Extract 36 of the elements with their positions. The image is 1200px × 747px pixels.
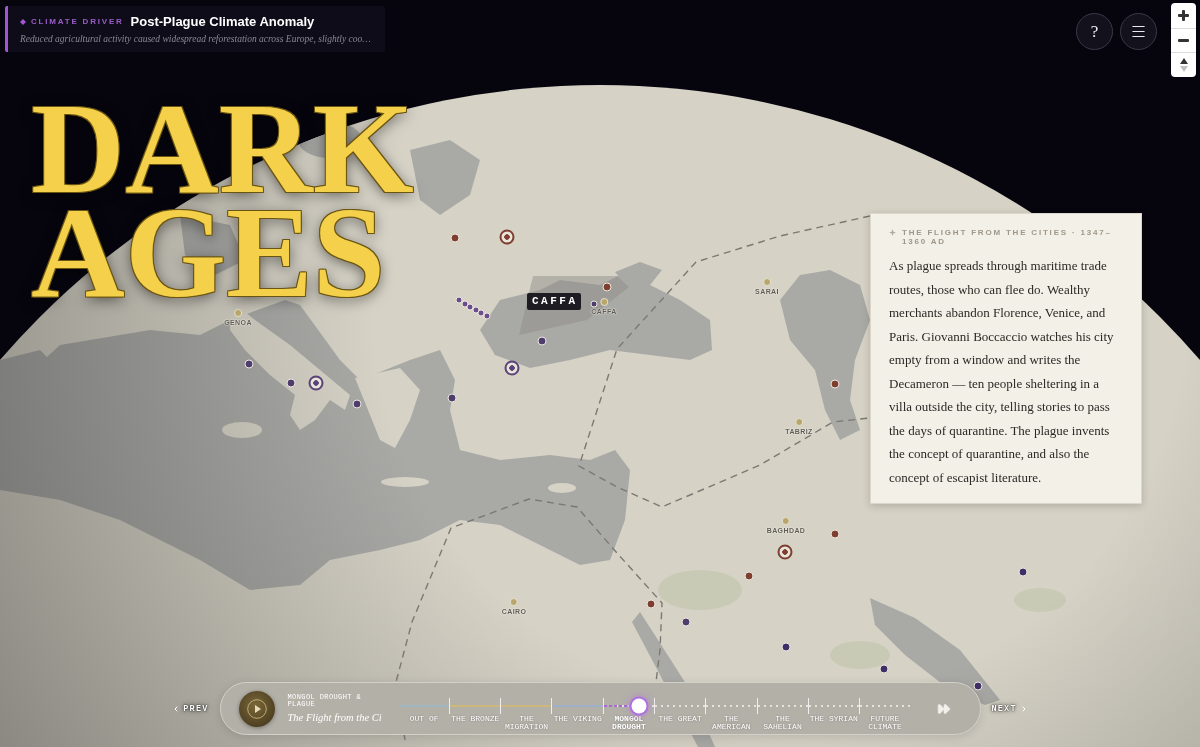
story-heading: THE FLIGHT FROM THE CITIES · 1347–1360 AD bbox=[902, 228, 1113, 246]
city-dot-icon[interactable] bbox=[782, 517, 790, 525]
era-tab[interactable]: THE VIKING bbox=[552, 715, 604, 723]
minus-icon bbox=[1178, 38, 1189, 42]
era-tab[interactable]: FUTURE CLIMATE bbox=[859, 715, 911, 731]
city-dot-icon[interactable] bbox=[510, 598, 518, 606]
era-tab[interactable]: THE SYRIAN bbox=[808, 715, 860, 723]
city-dot-icon[interactable] bbox=[600, 298, 608, 306]
next-button[interactable]: NEXT bbox=[991, 703, 1028, 714]
story-title: The Flight from the Ci bbox=[287, 712, 383, 723]
driver-label: CLIMATE DRIVER bbox=[31, 17, 124, 26]
era-tab[interactable]: THE AMERICAN bbox=[705, 715, 757, 731]
menu-button[interactable] bbox=[1120, 13, 1157, 50]
era-tab[interactable]: THE MIGRATION bbox=[500, 715, 553, 731]
era-tab[interactable]: MONGOL DROUGHT bbox=[603, 715, 655, 731]
city-dot-icon[interactable] bbox=[795, 418, 803, 426]
city-callout: CAFFA bbox=[527, 293, 581, 310]
play-button[interactable] bbox=[238, 690, 275, 727]
fast-forward-icon bbox=[936, 701, 951, 716]
era-tab[interactable]: THE GREAT bbox=[654, 715, 706, 723]
play-icon bbox=[246, 698, 267, 719]
help-button[interactable]: ? bbox=[1076, 13, 1113, 50]
driver-summary: Reduced agricultural activity caused widespread reforestation across Europe, slightly coo… bbox=[20, 34, 371, 44]
story-text: As plague spreads through maritime trade routes, those who can flee do. Wealthy merchants abandon Florence, Venice, and Paris. Giovanni Boccaccio watches his city empty from a window and writes the Decameron — ten people sheltering in a villa outside the city, telling stories to pass the days of quarantine. The plague invents the concept of quarantine, and also the concept of escapist literature. bbox=[889, 257, 1115, 487]
compass-icon bbox=[1179, 57, 1188, 72]
menu-icon bbox=[1130, 23, 1147, 40]
city-dot-icon[interactable] bbox=[763, 278, 771, 286]
sparkle-icon bbox=[889, 229, 896, 236]
diamond-icon bbox=[20, 18, 26, 25]
era-tab[interactable]: THE BRONZE bbox=[449, 715, 501, 723]
driver-title: Post-Plague Climate Anomaly bbox=[130, 14, 315, 29]
era-tab[interactable]: THE SAHELIAN bbox=[756, 715, 809, 731]
prev-button[interactable]: PREV bbox=[172, 703, 209, 714]
plus-icon bbox=[1178, 9, 1189, 21]
timeline-track[interactable] bbox=[398, 698, 911, 714]
timeline-handle[interactable] bbox=[631, 698, 647, 714]
